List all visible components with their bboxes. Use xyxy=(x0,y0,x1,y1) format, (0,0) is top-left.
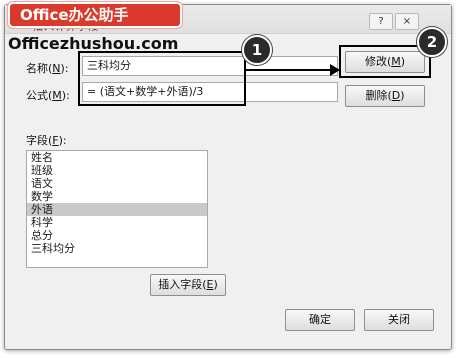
close-button[interactable]: 关闭 xyxy=(364,309,434,331)
formula-label: 公式(M): xyxy=(26,89,70,102)
list-item[interactable]: 外语 xyxy=(27,203,207,216)
list-item[interactable]: 语文 xyxy=(27,177,207,190)
callout-1: 1 xyxy=(242,35,272,65)
list-item[interactable]: 数学 xyxy=(27,190,207,203)
watermark-logo: Office办公助手 xyxy=(10,4,180,26)
list-item[interactable]: 班级 xyxy=(27,164,207,177)
help-icon[interactable]: ? xyxy=(369,13,393,30)
callout-2: 2 xyxy=(417,27,447,57)
close-icon[interactable]: × xyxy=(395,13,419,30)
input-highlight-box xyxy=(78,51,246,106)
fields-label: 字段(F): xyxy=(26,134,67,147)
list-item[interactable]: 总分 xyxy=(27,229,207,242)
arrow-line xyxy=(246,69,332,71)
list-item[interactable]: 科学 xyxy=(27,216,207,229)
fields-listbox[interactable]: 姓名 班级 语文 数学 外语 科学 总分 三科均分 xyxy=(26,150,208,268)
delete-button[interactable]: 删除(D) xyxy=(345,85,425,107)
ok-button[interactable]: 确定 xyxy=(285,309,355,331)
list-item[interactable]: 三科均分 xyxy=(27,242,207,255)
name-label: 名称(N): xyxy=(26,62,69,75)
insert-field-button[interactable]: 插入字段(E) xyxy=(150,274,226,296)
modify-highlight-box xyxy=(339,45,431,78)
list-item[interactable]: 姓名 xyxy=(27,151,207,164)
